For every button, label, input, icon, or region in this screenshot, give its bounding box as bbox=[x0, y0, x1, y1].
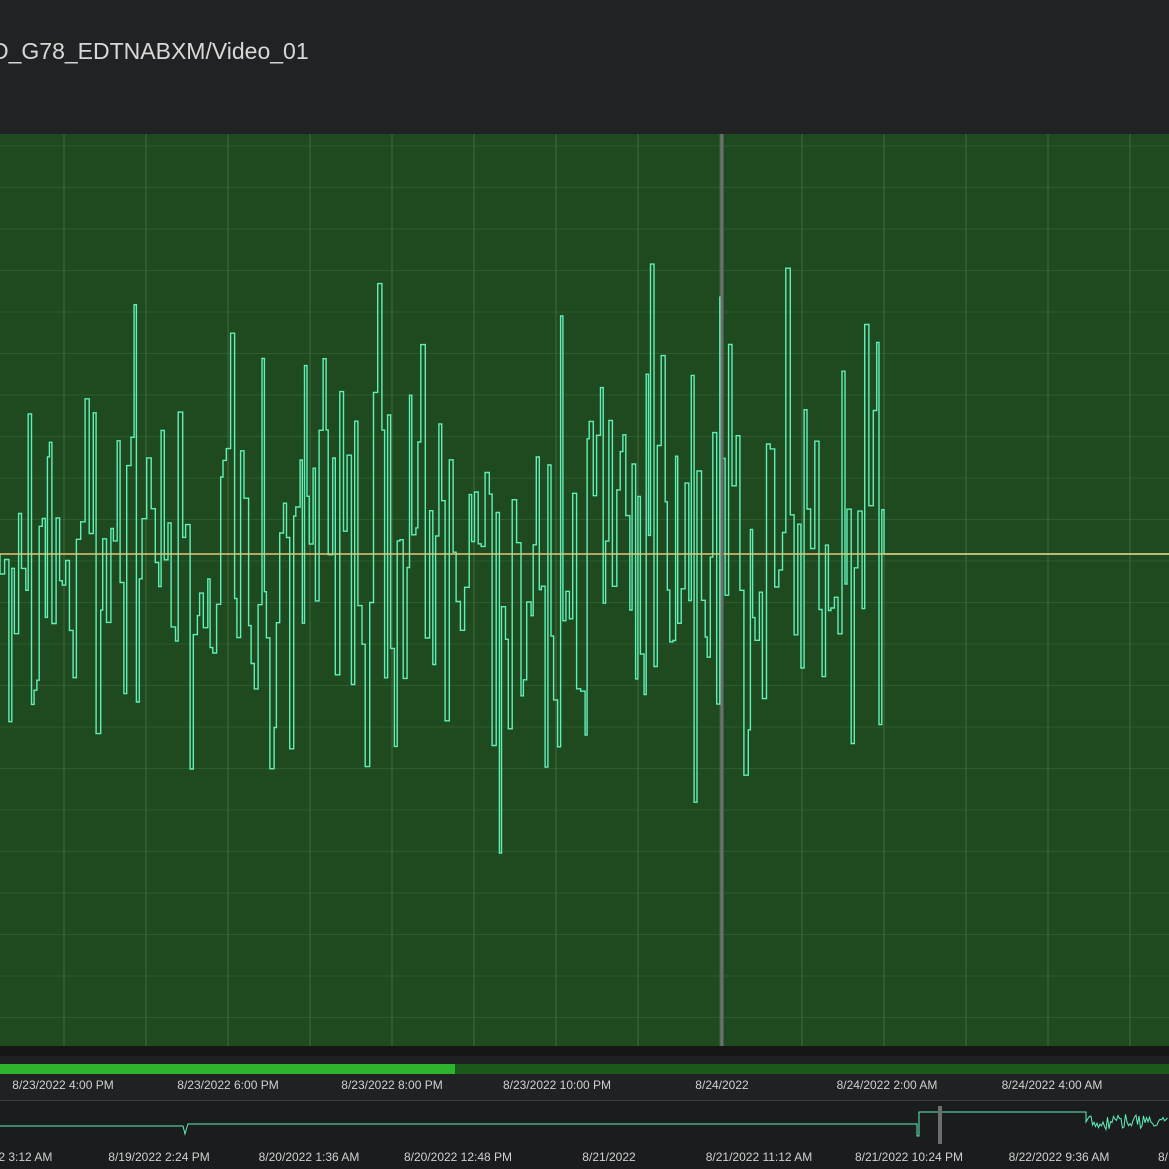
overview-axis-tick-label: 8/20/2022 1:36 AM bbox=[258, 1150, 360, 1164]
main-time-axis: 8/23/2022 4:00 PM 8/23/2022 6:00 PM 8/23/2… bbox=[0, 1074, 1169, 1100]
main-axis-tick-label: 8/24/2022 4:00 AM bbox=[1001, 1078, 1103, 1092]
overview-axis-tick-label: 8/19/2022 2:24 PM bbox=[108, 1150, 210, 1164]
overview-time-axis: 22 3:12 AM 8/19/2022 2:24 PM 8/20/2022 1:3… bbox=[0, 1146, 1169, 1169]
overview-signal bbox=[0, 1111, 1168, 1137]
main-axis-tick-label: 8/24/2022 2:00 AM bbox=[836, 1078, 938, 1092]
main-axis-tick-label: 8/23/2022 6:00 PM bbox=[177, 1078, 279, 1092]
overview-plot[interactable] bbox=[0, 1100, 1169, 1146]
main-axis-tick-label: 8/23/2022 8:00 PM bbox=[341, 1078, 443, 1092]
overview-axis-tick-label: 8/21/2022 11:12 AM bbox=[705, 1150, 813, 1164]
main-axis-tick-label: 8/23/2022 4:00 PM bbox=[12, 1078, 114, 1092]
overview-axis-tick-label: 8/21/2022 10:24 PM bbox=[854, 1150, 964, 1164]
main-axis-tick-label: 8/24/2022 bbox=[695, 1078, 749, 1092]
overview-axis-tick-label: 22 3:12 AM bbox=[0, 1150, 53, 1164]
window-title: D_G78_EDTNABXM/Video_01 bbox=[0, 38, 309, 64]
title-bar: D_G78_EDTNABXM/Video_01 bbox=[0, 0, 1169, 134]
plot-bottom-strip bbox=[0, 1046, 1169, 1056]
overview-axis-tick-label: 8/21/2022 bbox=[582, 1150, 636, 1164]
overview-axis-tick-label: 8/22/2022 9:36 AM bbox=[1008, 1150, 1110, 1164]
main-axis-tick-label: 8/23/2022 10:00 PM bbox=[502, 1078, 612, 1092]
timeline-scrollbar-thumb[interactable] bbox=[0, 1064, 1169, 1074]
overview-axis-tick-label: 8/20/2022 12:48 PM bbox=[403, 1150, 513, 1164]
waveform-plot[interactable] bbox=[0, 134, 1169, 1046]
overview-axis-tick-label: 8/ bbox=[1157, 1150, 1169, 1164]
